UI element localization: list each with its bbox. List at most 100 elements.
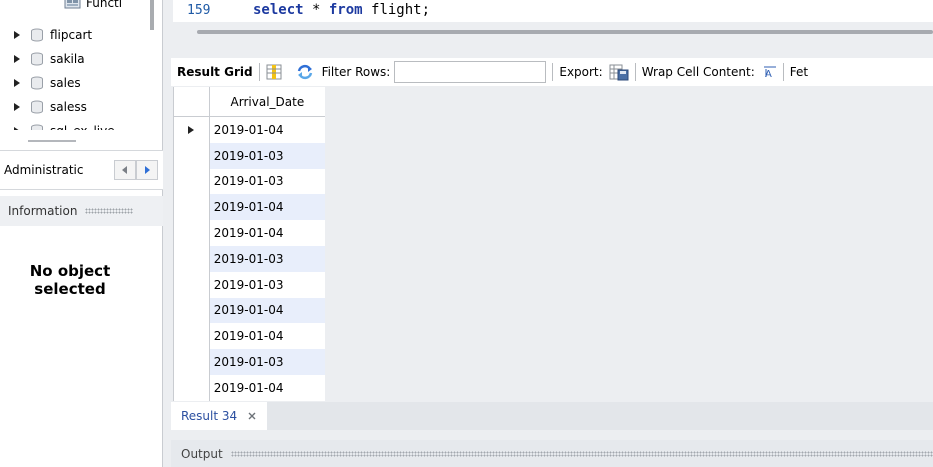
- information-title: Information: [8, 204, 78, 218]
- database-icon: [30, 52, 44, 66]
- expand-arrow-icon[interactable]: [12, 126, 22, 130]
- table-row[interactable]: 2019-01-03: [174, 245, 325, 272]
- column-header-arrival-date[interactable]: Arrival_Date: [210, 87, 325, 116]
- grid-cell-arrival-date[interactable]: 2019-01-04: [209, 194, 325, 221]
- result-grid: Arrival_Date 2019-01-04 2019-01-03 2019-01…: [173, 87, 325, 401]
- row-header[interactable]: [174, 142, 210, 169]
- toolbar-separator: [552, 63, 554, 81]
- grid-cell-arrival-date[interactable]: 2019-01-03: [209, 349, 325, 375]
- table-row[interactable]: 2019-01-04: [174, 323, 325, 350]
- grid-cell-arrival-date[interactable]: 2019-01-04: [210, 375, 325, 401]
- tab-administration[interactable]: Administratic: [0, 163, 114, 177]
- current-row-icon: [188, 125, 195, 134]
- export-label: Export:: [559, 65, 603, 79]
- grid-cell-arrival-date[interactable]: 2019-01-04: [209, 297, 325, 324]
- row-header[interactable]: [174, 374, 210, 401]
- grid-layout-icon[interactable]: [266, 64, 282, 80]
- toolbar-separator: [782, 63, 784, 81]
- table-row[interactable]: 2019-01-03: [174, 271, 325, 298]
- sql-keyword-select: select: [253, 2, 304, 18]
- row-header[interactable]: [174, 297, 210, 324]
- grid-cell-arrival-date[interactable]: 2019-01-04: [210, 323, 325, 349]
- no-object-line1: No object: [29, 262, 111, 280]
- table-row[interactable]: 2019-01-04: [174, 297, 325, 324]
- tree-item-schema-sales[interactable]: sales: [0, 72, 81, 94]
- result-grid-button[interactable]: Result Grid: [171, 65, 253, 79]
- output-title: Output: [181, 446, 223, 461]
- expand-arrow-icon[interactable]: [12, 78, 22, 88]
- grid-cell-arrival-date[interactable]: 2019-01-04: [210, 117, 325, 143]
- tab-result-34[interactable]: Result 34: [171, 402, 268, 430]
- tree-scrollbar[interactable]: [150, 0, 154, 30]
- row-header-corner[interactable]: [174, 87, 210, 116]
- functions-folder-icon: [64, 0, 82, 10]
- database-icon: [30, 100, 44, 114]
- tree-item-label: sql_ex_live: [50, 124, 115, 130]
- tab-scroll-left-button[interactable]: [114, 160, 136, 180]
- toolbar-separator: [634, 63, 636, 81]
- row-header[interactable]: [174, 271, 210, 298]
- tree-item-functions[interactable]: Functi: [64, 0, 122, 14]
- sql-editor-line[interactable]: 159 select * from flight;: [173, 0, 933, 22]
- grid-cell-arrival-date[interactable]: 2019-01-04: [210, 220, 325, 246]
- tree-item-schema-saless[interactable]: saless: [0, 96, 87, 118]
- tree-item-label: flipcart: [50, 28, 93, 42]
- row-header[interactable]: [174, 349, 210, 375]
- no-object-line2: selected: [34, 280, 106, 298]
- tree-item-label: sakila: [50, 52, 85, 66]
- schema-tree: Functi flipcart sakila sales saless sql_…: [0, 0, 150, 130]
- sql-statement[interactable]: select * from flight;: [253, 2, 430, 18]
- table-row[interactable]: 2019-01-03: [174, 142, 325, 169]
- filter-rows-input[interactable]: [394, 61, 547, 83]
- output-panel-header: Output: [171, 440, 933, 467]
- fetch-rows-label: Fet: [789, 65, 809, 79]
- export-icon[interactable]: [609, 63, 629, 81]
- tree-item-label: sales: [50, 76, 81, 90]
- row-header[interactable]: [174, 323, 210, 350]
- navigator-sidebar: Functi flipcart sakila sales saless sql_…: [0, 0, 163, 467]
- tree-item-schema-sql-ex-live[interactable]: sql_ex_live: [0, 120, 115, 130]
- drag-grip-icon[interactable]: [230, 450, 933, 457]
- database-icon: [30, 28, 44, 42]
- expand-arrow-icon[interactable]: [12, 102, 22, 112]
- table-row[interactable]: 2019-01-04: [174, 220, 325, 246]
- table-row[interactable]: 2019-01-04: [174, 117, 325, 143]
- grid-cell-arrival-date[interactable]: 2019-01-03: [209, 245, 325, 272]
- table-row[interactable]: 2019-01-03: [174, 168, 325, 195]
- table-row[interactable]: 2019-01-04: [174, 194, 325, 221]
- arrow-right-icon: [145, 166, 150, 174]
- grid-body: 2019-01-04 2019-01-03 2019-01-03 2019-01-04…: [174, 117, 325, 401]
- information-panel-header: Information: [0, 196, 163, 226]
- sql-editor: 159 select * from flight;: [163, 0, 933, 46]
- no-object-message: No object selected: [0, 262, 140, 298]
- tree-item-schema-sakila[interactable]: sakila: [0, 48, 85, 70]
- tree-item-label: Functi: [86, 0, 123, 10]
- row-header[interactable]: [174, 117, 210, 143]
- grid-cell-arrival-date[interactable]: 2019-01-03: [210, 272, 325, 298]
- expand-arrow-icon[interactable]: [12, 54, 22, 64]
- sql-table-name: flight;: [362, 2, 431, 18]
- editor-horizontal-scrollbar[interactable]: [197, 30, 933, 34]
- panel-splitter[interactable]: [28, 140, 76, 142]
- row-header[interactable]: [174, 220, 210, 246]
- row-header[interactable]: [174, 168, 210, 195]
- grid-cell-arrival-date[interactable]: 2019-01-03: [209, 142, 325, 169]
- table-row[interactable]: 2019-01-04: [174, 374, 325, 401]
- wrap-text-icon[interactable]: A: [763, 65, 777, 79]
- drag-grip-icon[interactable]: [85, 208, 134, 214]
- tab-scroll-right-button[interactable]: [136, 160, 158, 180]
- database-icon: [30, 124, 44, 130]
- grid-header-row: Arrival_Date: [174, 87, 325, 117]
- arrow-left-icon: [122, 166, 127, 174]
- line-number: 159: [187, 3, 211, 18]
- sql-keyword-from: from: [328, 2, 363, 18]
- row-header[interactable]: [174, 245, 210, 272]
- expand-arrow-icon[interactable]: [12, 30, 22, 40]
- grid-cell-arrival-date[interactable]: 2019-01-03: [210, 169, 325, 195]
- close-icon[interactable]: [247, 411, 257, 421]
- row-header[interactable]: [174, 194, 210, 221]
- tree-item-schema-flipcart[interactable]: flipcart: [0, 24, 92, 46]
- refresh-icon[interactable]: [296, 64, 314, 80]
- table-row[interactable]: 2019-01-03: [174, 349, 325, 375]
- admin-tab-bar: Administratic: [0, 150, 163, 190]
